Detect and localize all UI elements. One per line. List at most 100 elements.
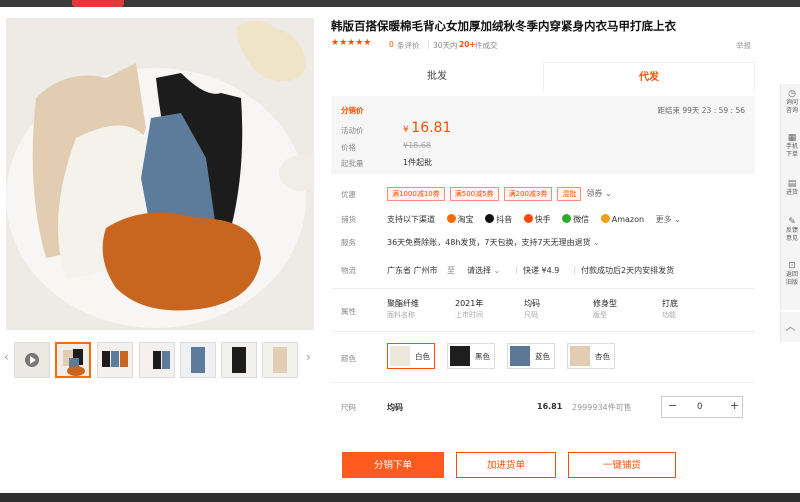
thumb-6-illustration bbox=[263, 343, 297, 377]
sidebar-item-purchase[interactable]: ▤ 进货 bbox=[783, 180, 800, 197]
attribute-value: 均码 bbox=[524, 299, 540, 308]
color-option-apricot[interactable]: 杏色 bbox=[567, 343, 615, 369]
distribute-order-button[interactable]: 分销下单 bbox=[342, 452, 444, 478]
active-price: ¥ 16.81 bbox=[403, 120, 451, 136]
attribute-launch: 2021年 上市时间 bbox=[455, 298, 483, 320]
chevron-down-icon: ⌄ bbox=[493, 266, 501, 275]
color-option-label: 白色 bbox=[415, 352, 430, 361]
back-to-top-button[interactable]: ︿ bbox=[780, 312, 800, 342]
offers-label: 优惠 bbox=[341, 190, 356, 199]
channel-douyin-label: 抖音 bbox=[496, 215, 513, 224]
sidebar-item-label: 进货 bbox=[785, 189, 798, 196]
shipping-note: 付款成功后2天内安排发货 bbox=[581, 266, 675, 275]
thumbnail-5[interactable] bbox=[221, 342, 257, 378]
service-label: 服务 bbox=[341, 238, 356, 247]
color-option-white[interactable]: 白色 bbox=[387, 343, 435, 369]
coupon-1000[interactable]: 满1000减10券 bbox=[387, 187, 445, 201]
quantity-input[interactable]: 0 bbox=[697, 402, 702, 412]
color-row: 颜色 白色 黑色 蓝色 杏色 bbox=[331, 343, 755, 371]
size-stock: 2999934件可售 bbox=[572, 403, 632, 412]
one-click-listing-button[interactable]: 一键铺货 bbox=[568, 452, 676, 478]
coupon-list: 满1000减10券 满500减5券 满200减3券 混批 领券 ⌄ bbox=[387, 187, 612, 201]
edit-icon: ✎ bbox=[788, 217, 796, 227]
sidebar-item-feedback[interactable]: ✎ 反馈 意见 bbox=[783, 218, 800, 243]
attribute-value: 2021年 bbox=[455, 299, 484, 308]
minus-icon[interactable]: − bbox=[668, 399, 677, 412]
channel-list: 支持以下渠道 淘宝 抖音 快手 微信 Amazon 更多 ⌄ bbox=[387, 214, 690, 225]
sidebar-item-label: 返回 旧版 bbox=[785, 271, 798, 286]
attribute-fit: 修身型 版型 bbox=[593, 298, 617, 320]
main-product-image[interactable] bbox=[6, 18, 314, 330]
thumb-prev-icon[interactable]: ‹ bbox=[4, 350, 9, 364]
color-option-blue[interactable]: 蓝色 bbox=[507, 343, 555, 369]
coupon-200[interactable]: 满200减3券 bbox=[503, 187, 553, 201]
wechat-icon bbox=[562, 214, 572, 223]
sidebar-item-mobile-order[interactable]: ▦ 手机 下单 bbox=[783, 134, 800, 159]
thumbnail-strip: ‹ › bbox=[0, 340, 320, 380]
logistics-label: 物流 bbox=[341, 266, 356, 275]
destination-select-label: 请选择 bbox=[467, 266, 491, 275]
coupon-mixed[interactable]: 混批 bbox=[557, 187, 582, 201]
channel-douyin[interactable]: 抖音 bbox=[485, 214, 512, 225]
claim-coupon-link[interactable]: 领券 ⌄ bbox=[586, 189, 611, 198]
thumbnail-3[interactable] bbox=[139, 342, 175, 378]
thumb-2-illustration bbox=[98, 343, 132, 377]
top-nav-highlight[interactable] bbox=[72, 0, 124, 7]
thumbnail-4[interactable] bbox=[180, 342, 216, 378]
color-option-black[interactable]: 黑色 bbox=[447, 343, 495, 369]
report-link[interactable]: 举报 bbox=[736, 40, 751, 51]
logistics-from: 广东省 广州市 bbox=[387, 266, 438, 275]
channel-amazon-label: Amazon bbox=[611, 215, 645, 224]
apricot-swatch bbox=[570, 346, 590, 366]
channel-taobao[interactable]: 淘宝 bbox=[446, 214, 474, 225]
channels-intro: 支持以下渠道 bbox=[387, 215, 435, 224]
more-channels-link[interactable]: 更多 ⌄ bbox=[656, 214, 681, 225]
tab-wholesale[interactable]: 批发 bbox=[331, 62, 543, 92]
tab-dropship[interactable]: 代发 bbox=[543, 62, 755, 92]
attributes-row: 属性 聚酯纤维 面料名称 2021年 上市时间 均码 尺码 修身型 版型 打底 功能 bbox=[331, 298, 755, 324]
moq-label: 起批量 bbox=[341, 159, 364, 168]
channel-wechat[interactable]: 微信 bbox=[562, 214, 589, 225]
color-option-label: 蓝色 bbox=[535, 352, 550, 361]
price-panel: 分销价 距结束 99天 23 : 59 : 56 活动价 ¥ 16.81 价格 … bbox=[331, 96, 755, 174]
active-price-label: 活动价 bbox=[341, 126, 364, 135]
quantity-stepper[interactable]: − 0 + bbox=[661, 396, 743, 418]
channel-kuaishou[interactable]: 快手 bbox=[523, 214, 551, 225]
add-to-purchase-list-button[interactable]: 加进货单 bbox=[456, 452, 556, 478]
channel-amazon[interactable]: Amazon bbox=[600, 214, 645, 224]
attribute-value: 修身型 bbox=[593, 299, 617, 308]
service-text[interactable]: 36天免费除账，48h发货，7天包换，支持7天无理由退货 ⌄ bbox=[387, 237, 600, 248]
thumbnail-2[interactable] bbox=[97, 342, 133, 378]
taobao-icon bbox=[446, 214, 456, 223]
list-icon: ▤ bbox=[787, 179, 797, 189]
kuaishou-icon bbox=[523, 214, 533, 223]
channel-wechat-label: 微信 bbox=[573, 215, 590, 224]
thumbnail-1[interactable] bbox=[55, 342, 91, 378]
chevron-down-icon: ⌄ bbox=[674, 215, 681, 224]
attribute-key: 功能 bbox=[662, 311, 676, 319]
sidebar-item-label: 询问 咨询 bbox=[785, 99, 798, 114]
review-label[interactable]: 条评价 bbox=[397, 40, 420, 51]
attribute-value: 聚酯纤维 bbox=[387, 299, 419, 308]
rating-row: ★★★★★ 0 条评价 | 30天内 20+ 件成交 举报 bbox=[331, 38, 761, 52]
thumb-3-illustration bbox=[140, 343, 174, 377]
white-swatch bbox=[390, 346, 410, 366]
destination-select[interactable]: 请选择 ⌄ bbox=[467, 265, 500, 276]
video-thumb-illustration bbox=[15, 343, 49, 377]
sidebar-item-consult[interactable]: ◷ 询问 咨询 bbox=[783, 90, 800, 115]
coupon-500[interactable]: 满500减5券 bbox=[449, 187, 499, 201]
plus-icon[interactable]: + bbox=[730, 399, 739, 412]
chevron-down-icon: ⌄ bbox=[604, 189, 612, 198]
review-count[interactable]: 0 bbox=[389, 40, 394, 49]
sold-suffix: 件成交 bbox=[475, 41, 498, 50]
currency-symbol: ¥ bbox=[403, 125, 409, 135]
clock-icon: ◷ bbox=[788, 89, 796, 99]
thumb-4-illustration bbox=[181, 343, 215, 377]
thumbnail-6[interactable] bbox=[262, 342, 298, 378]
price-label: 价格 bbox=[341, 143, 356, 152]
service-text-label: 36天免费除账，48h发货，7天包换，支持7天无理由退货 bbox=[387, 238, 591, 247]
thumb-next-icon[interactable]: › bbox=[306, 350, 311, 364]
thumbnail-video[interactable] bbox=[14, 342, 50, 378]
sidebar-item-old-version[interactable]: ⊡ 返回 旧版 bbox=[783, 262, 800, 287]
attributes-label: 属性 bbox=[341, 307, 356, 316]
